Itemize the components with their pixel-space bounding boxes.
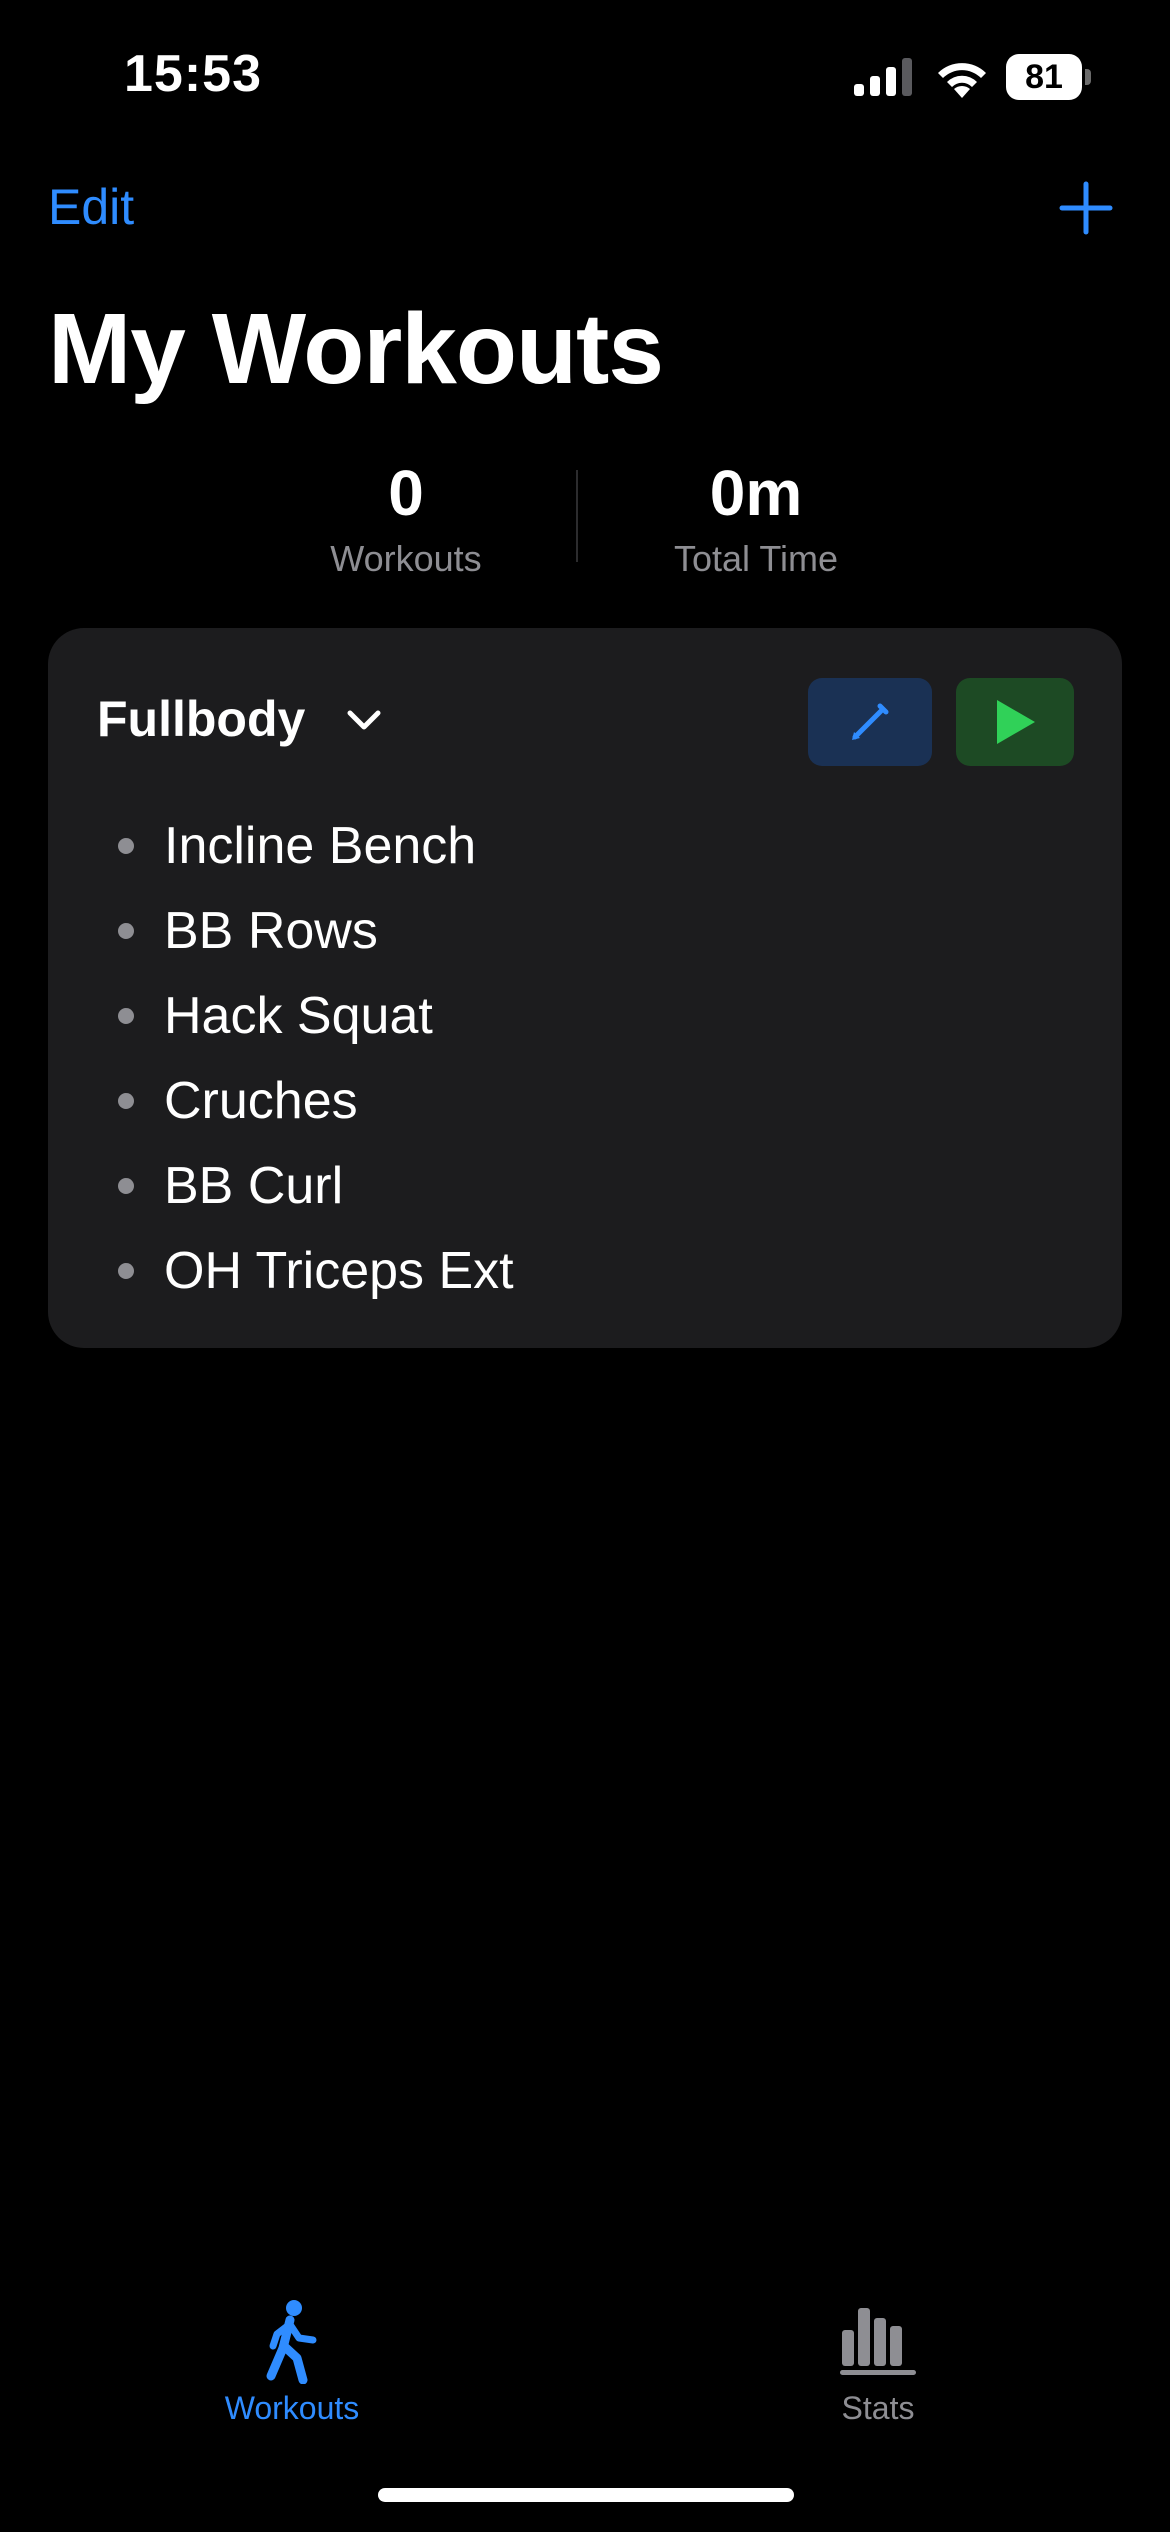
add-button[interactable] xyxy=(1056,178,1116,238)
tab-stats-label: Stats xyxy=(841,2390,915,2426)
tab-stats[interactable]: Stats xyxy=(786,2290,970,2430)
bullet xyxy=(118,1178,134,1194)
page-title: My Workouts xyxy=(48,293,664,405)
list-item: OH Triceps Ext xyxy=(118,1236,514,1306)
exercise-name: Hack Squat xyxy=(164,987,433,1045)
exercise-name: OH Triceps Ext xyxy=(164,1242,514,1300)
plus-icon xyxy=(1059,181,1113,235)
home-indicator[interactable] xyxy=(378,2488,794,2502)
status-time: 15:53 xyxy=(124,45,262,103)
pencil-icon xyxy=(852,703,889,740)
total-time-label: Total Time xyxy=(673,538,839,579)
battery-level: 81 xyxy=(1025,57,1063,96)
edit-workout-button[interactable] xyxy=(808,678,932,766)
exercise-name: BB Curl xyxy=(164,1157,344,1215)
bar-chart-icon xyxy=(840,2308,916,2375)
bullet xyxy=(118,1093,134,1109)
start-workout-button[interactable] xyxy=(956,678,1074,766)
list-item: BB Rows xyxy=(118,896,378,966)
bullet xyxy=(118,923,134,939)
bullet xyxy=(118,1008,134,1024)
chevron-down-icon[interactable] xyxy=(344,704,384,736)
tab-workouts-label: Workouts xyxy=(224,2390,360,2426)
list-item: Hack Squat xyxy=(118,981,433,1051)
play-icon xyxy=(997,700,1035,744)
workout-title[interactable]: Fullbody xyxy=(97,690,305,748)
stats-divider xyxy=(576,470,578,562)
bullet xyxy=(118,838,134,854)
bullet xyxy=(118,1263,134,1279)
total-time-value: 0m xyxy=(709,457,803,529)
tab-workouts[interactable]: Workouts xyxy=(200,2290,384,2430)
exercise-name: Incline Bench xyxy=(164,817,477,875)
battery-icon: 81 xyxy=(1006,54,1092,102)
walking-figure-icon xyxy=(266,2300,317,2384)
exercise-name: BB Rows xyxy=(164,902,378,960)
wifi-icon xyxy=(938,63,986,98)
signal-icon xyxy=(854,58,912,96)
list-item: BB Curl xyxy=(118,1151,343,1221)
list-item: Incline Bench xyxy=(118,811,476,881)
exercise-name: Cruches xyxy=(164,1072,358,1130)
workouts-count-label: Workouts xyxy=(330,538,482,579)
list-item: Cruches xyxy=(118,1066,358,1136)
edit-button[interactable]: Edit xyxy=(48,178,134,236)
workouts-count: 0 xyxy=(388,457,424,529)
